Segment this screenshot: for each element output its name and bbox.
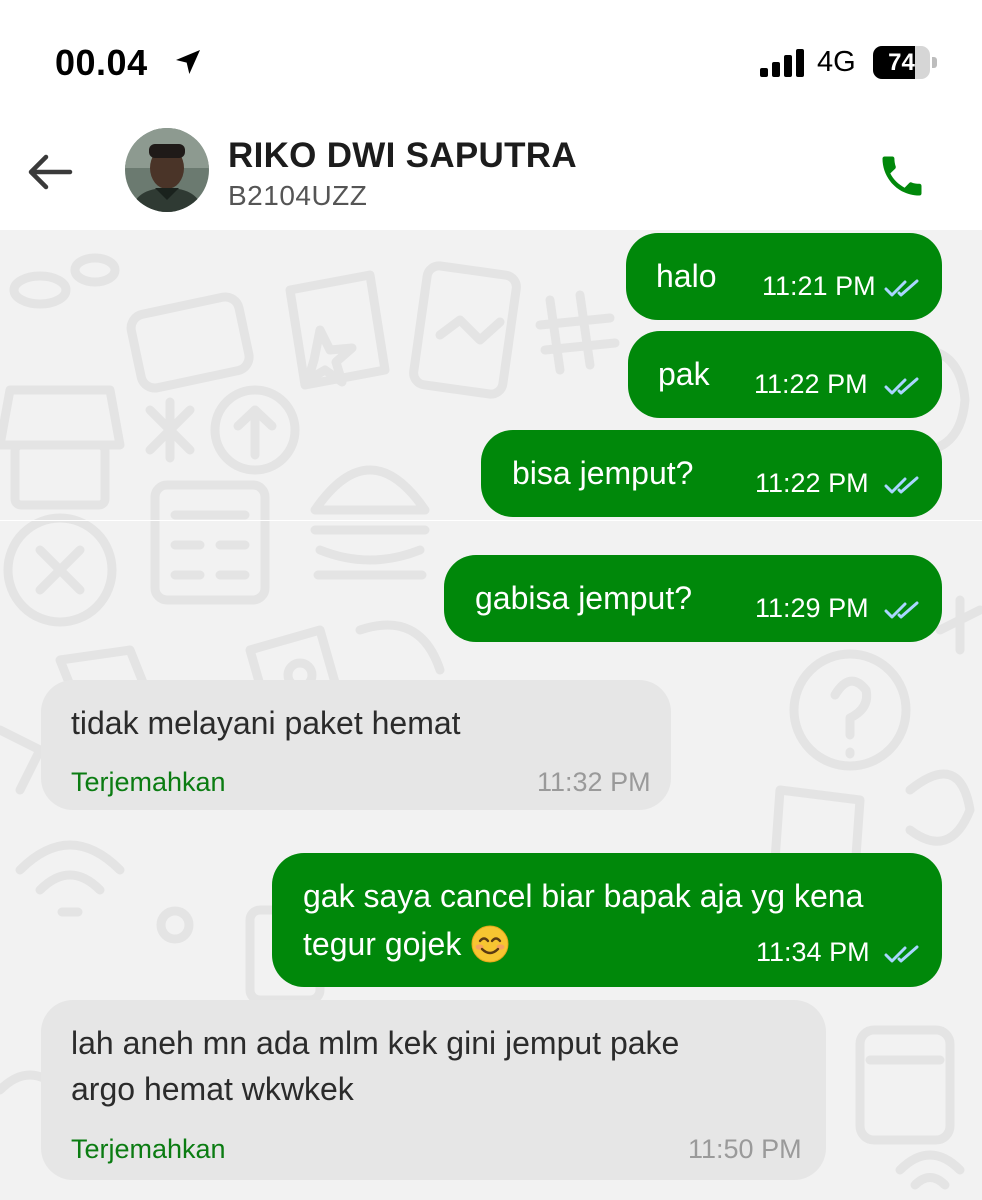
outgoing-message-bubble[interactable]: gabisa jemput? 11:29 PM — [444, 555, 942, 642]
battery-tip — [932, 57, 937, 68]
message-text: lah aneh mn ada mlm kek gini jemput pake — [71, 1025, 680, 1061]
outgoing-message-bubble[interactable]: bisa jemput? 11:22 PM — [481, 430, 942, 517]
phone-call-icon[interactable] — [876, 150, 928, 202]
outgoing-message-bubble[interactable]: pak 11:22 PM — [628, 331, 942, 418]
signal-bars-icon — [760, 49, 804, 77]
read-receipt-icon — [884, 476, 919, 494]
vehicle-plate-number: B2104UZZ — [228, 180, 368, 211]
message-time: 11:22 PM — [755, 468, 869, 498]
message-text: gabisa jemput? — [475, 580, 693, 616]
smiling-face-emoji — [471, 925, 509, 963]
incoming-message-bubble[interactable]: tidak melayani paket hemat Terjemahkan 1… — [41, 680, 671, 810]
message-text: tidak melayani paket hemat — [71, 705, 461, 741]
network-type-label: 4G — [817, 46, 856, 78]
status-time: 00.04 — [55, 42, 148, 83]
message-text: gak saya cancel biar bapak aja yg kena — [303, 878, 864, 914]
message-text: tegur gojek — [303, 921, 510, 967]
status-bar: 00.04 4G 74 — [0, 0, 982, 120]
message-text: halo — [656, 258, 717, 294]
message-time: 11:32 PM — [537, 767, 651, 797]
message-time: 11:22 PM — [754, 369, 868, 399]
divider-line — [0, 520, 982, 521]
battery-icon: 74 — [873, 46, 937, 79]
chat-message-list[interactable]: halo 11:21 PM pak 11:22 PM bisa jemput? … — [0, 230, 982, 1200]
read-receipt-icon — [884, 945, 919, 963]
location-arrow-icon — [176, 50, 200, 74]
back-arrow-icon[interactable] — [24, 146, 76, 198]
incoming-message-bubble[interactable]: lah aneh mn ada mlm kek gini jemput pake… — [41, 1000, 826, 1180]
message-time: 11:50 PM — [688, 1134, 802, 1164]
outgoing-message-bubble[interactable]: gak saya cancel biar bapak aja yg kena t… — [272, 853, 942, 987]
translate-link[interactable]: Terjemahkan — [71, 1134, 226, 1165]
outgoing-message-bubble[interactable]: halo 11:21 PM — [626, 233, 942, 320]
chat-header: RIKO DWI SAPUTRA B2104UZZ — [0, 120, 982, 230]
message-text-line: tegur gojek — [303, 926, 462, 962]
message-text: argo hemat wkwkek — [71, 1071, 354, 1107]
message-text: bisa jemput? — [512, 455, 694, 491]
message-text: pak — [658, 356, 710, 392]
message-time: 11:21 PM — [762, 271, 876, 301]
read-receipt-icon — [884, 279, 919, 297]
avatar[interactable] — [125, 128, 209, 212]
translate-link[interactable]: Terjemahkan — [71, 767, 226, 798]
battery-percent: 74 — [888, 49, 915, 76]
message-time: 11:29 PM — [755, 593, 869, 623]
read-receipt-icon — [884, 377, 919, 395]
contact-name: RIKO DWI SAPUTRA — [228, 136, 577, 175]
message-time: 11:34 PM — [756, 937, 870, 967]
read-receipt-icon — [884, 601, 919, 619]
